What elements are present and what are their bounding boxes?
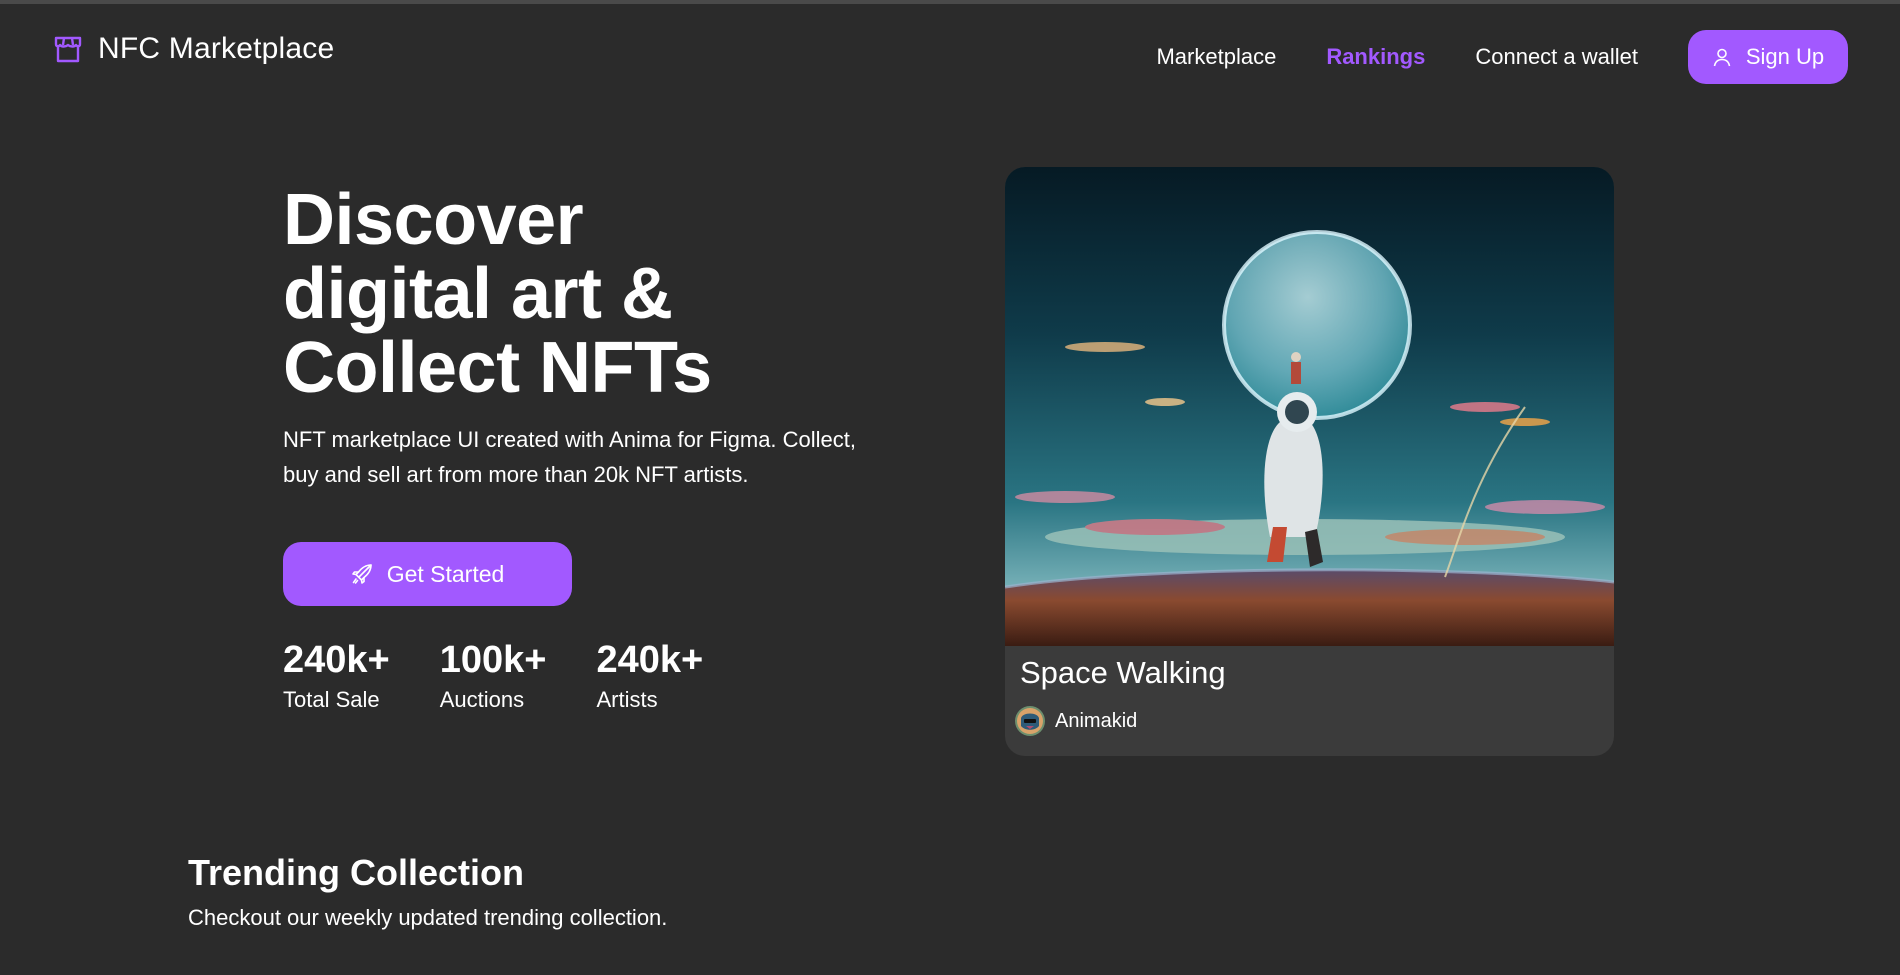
stat-value: 240k+ [596,639,704,681]
stat-total-sale: 240k+ Total Sale [283,638,390,716]
stat-artists: 240k+ Artists [596,638,703,716]
window-top-border [0,0,1900,4]
trending-section-title: Trending Collection [188,852,525,893]
brand-name: NFC Marketplace [98,32,335,65]
get-started-button[interactable]: Get Started [283,542,572,606]
stat-value: 240k+ [283,639,390,681]
nav-rankings[interactable]: Rankings [1326,30,1425,84]
stat-label: Auctions [439,687,525,712]
hero-title-line-2: digital art & [283,254,673,334]
sign-up-button[interactable]: Sign Up [1688,30,1848,84]
stat-value: 100k+ [439,639,547,681]
hero-stats: 240k+ Total Sale 100k+ Auctions 240k+ Ar… [283,638,753,716]
hero-subtitle: NFT marketplace UI created with Anima fo… [283,427,857,487]
hero-title-line-3: Collect NFTs [283,328,712,408]
get-started-label: Get Started [386,560,505,587]
stat-auctions: 100k+ Auctions [440,638,547,716]
user-icon [1713,48,1731,67]
nav-marketplace[interactable]: Marketplace [1156,30,1276,84]
trending-section-subtitle: Checkout our weekly updated trending col… [188,905,668,930]
featured-nft-card[interactable]: Space Walking Animakid [1005,167,1614,756]
hero-title: Discover digital art & Collect NFTs [283,183,712,405]
hero-title-line-1: Discover [283,180,584,260]
artist-name: Animakid [1055,709,1138,732]
nft-artist[interactable]: Animakid [1015,706,1137,736]
rocket-icon [351,564,372,584]
storefront-icon [54,36,82,63]
main-nav: Marketplace Rankings Connect a wallet Si… [1156,30,1848,84]
nft-title: Space Walking [1020,655,1226,690]
artist-avatar [1015,706,1045,736]
stat-label: Total Sale [283,687,380,712]
stat-label: Artists [596,687,658,712]
nft-artwork-image [1005,167,1614,646]
sign-up-label: Sign Up [1745,44,1825,69]
brand-logo[interactable]: NFC Marketplace [52,32,334,66]
nav-connect-wallet[interactable]: Connect a wallet [1475,30,1638,84]
